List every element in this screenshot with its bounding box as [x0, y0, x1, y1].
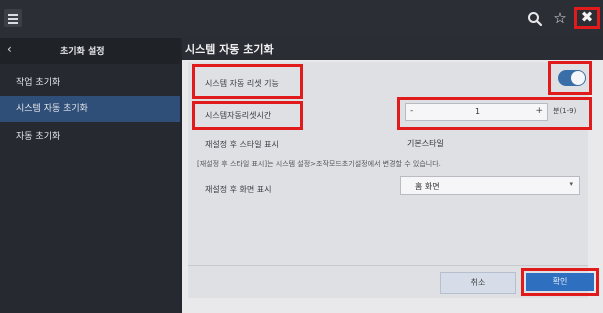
sidebar-item-job-reset[interactable]: 작업 초기화	[0, 70, 180, 96]
search-icon[interactable]	[526, 10, 544, 28]
sidebar-item-auto-reset[interactable]: 자동 초기화	[0, 124, 180, 150]
close-icon: ✖	[580, 8, 594, 26]
reset-time-label: 시스템자동리셋시간	[205, 111, 272, 120]
top-bar: ☆ ✖	[0, 0, 603, 38]
cancel-button[interactable]: 취소	[440, 272, 516, 294]
ok-button[interactable]: 확인	[526, 273, 594, 291]
ok-button-highlight: 확인	[521, 268, 599, 296]
sidebar-title: 초기화 설정	[60, 47, 105, 57]
chevron-down-icon: ▾	[569, 180, 573, 188]
reset-time-unit: 분(1-9)	[553, 107, 577, 115]
style-label: 재설정 후 스타일 표시	[205, 140, 279, 149]
increment-button[interactable]: +	[535, 106, 543, 116]
toggle-knob	[571, 71, 585, 85]
footer-divider	[188, 265, 588, 266]
screen-select-value: 홈 화면	[415, 182, 440, 191]
auto-reset-label: 시스템 자동 리셋 기능	[205, 79, 279, 88]
auto-reset-toggle[interactable]	[558, 70, 586, 86]
menu-icon-bar	[8, 18, 18, 20]
sidebar-header: ‹ 초기화 설정	[0, 38, 180, 64]
menu-icon-bar	[8, 22, 18, 24]
menu-icon[interactable]	[4, 9, 22, 27]
sidebar-item-system-auto-reset[interactable]: 시스템 자동 초기화	[0, 96, 180, 122]
screen: ☆ ✖ ‹ 초기화 설정 작업 초기화 시스템 자동 초기화 자동 초기화 시스…	[0, 0, 603, 313]
sidebar: ‹ 초기화 설정 작업 초기화 시스템 자동 초기화 자동 초기화	[0, 38, 180, 313]
notice-text: [재설정 후 스타일 표시]는 시스템 설정>조작모드초기설정에서 변경할 수 …	[197, 160, 441, 168]
close-button[interactable]: ✖	[574, 7, 600, 29]
star-icon[interactable]: ☆	[551, 9, 569, 27]
menu-icon-bar	[8, 14, 18, 16]
main-header: 시스템 자동 초기화	[182, 38, 603, 60]
page-title: 시스템 자동 초기화	[185, 43, 274, 56]
style-value: 기본스타일	[407, 139, 444, 148]
back-icon[interactable]: ‹	[7, 42, 12, 56]
reset-time-value: 1	[474, 107, 481, 116]
screen-select[interactable]: 홈 화면 ▾	[400, 176, 580, 195]
reset-time-stepper[interactable]: - 1 +	[405, 103, 548, 121]
screen-label: 재설정 후 화면 표시	[205, 185, 272, 194]
